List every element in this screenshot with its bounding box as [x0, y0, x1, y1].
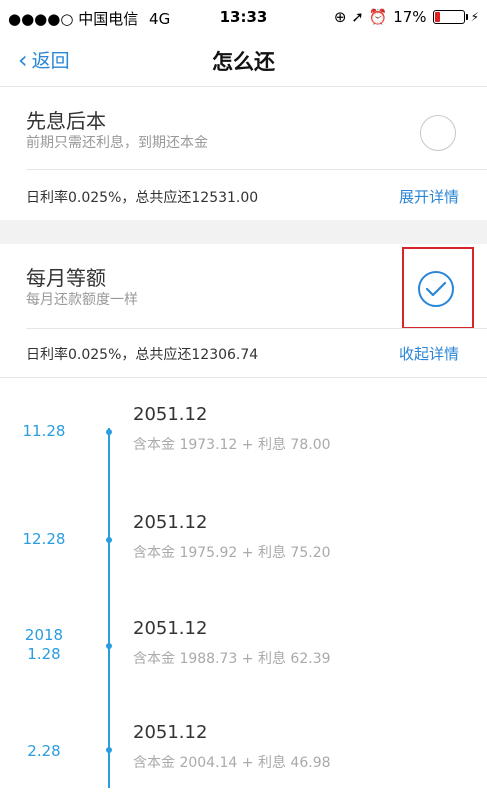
plan-name: 每月等额	[26, 266, 106, 290]
repayment-timeline: 11.28 2051.12 含本金 1973.12 + 利息 78.00 12.…	[0, 378, 487, 788]
timeline-dot	[106, 429, 112, 435]
payment-amount: 2051.12	[133, 512, 208, 533]
collapse-details-link[interactable]: 收起详情	[399, 343, 459, 364]
timeline-dot	[106, 747, 112, 753]
radio-unselected-icon[interactable]	[420, 115, 456, 151]
payment-date: 12.28	[22, 530, 66, 548]
radio-checked-icon[interactable]	[418, 271, 454, 307]
payment-date: 2018 1.28	[0, 626, 88, 664]
timeline-row: 12.28 2051.12 含本金 1975.92 + 利息 75.20	[0, 510, 487, 590]
status-bar: ●●●●○ 中国电信 4G 13:33 ⊕ ➚ ⏰ 17% ⚡	[0, 0, 487, 34]
status-right: ⊕ ➚ ⏰ 17% ⚡	[334, 8, 479, 26]
payment-date: 2.28	[27, 742, 61, 760]
timeline-row: 2.28 2051.12 含本金 2004.14 + 利息 46.98	[0, 720, 487, 800]
battery-fill	[434, 12, 440, 22]
plan-divider	[26, 328, 487, 329]
payment-breakdown: 含本金 1973.12 + 利息 78.00	[133, 437, 331, 453]
battery-percent: 17%	[393, 8, 427, 26]
checkmark-icon	[425, 281, 447, 297]
payment-year: 2018	[24, 626, 64, 644]
payment-date: 11.28	[22, 422, 66, 440]
status-icons: ⊕ ➚ ⏰	[333, 8, 388, 26]
timeline-dot	[106, 643, 112, 649]
timeline-dot	[106, 537, 112, 543]
timeline-row: 11.28 2051.12 含本金 1973.12 + 利息 78.00	[0, 402, 487, 482]
plan-divider	[26, 169, 487, 170]
plan-desc: 每月还款额度一样	[26, 292, 138, 308]
payment-amount: 2051.12	[133, 404, 208, 425]
charging-icon: ⚡	[470, 10, 479, 24]
battery-icon	[432, 10, 468, 24]
timeline-row: 2018 1.28 2051.12 含本金 1988.73 + 利息 62.39	[0, 616, 487, 696]
payment-amount: 2051.12	[133, 618, 208, 639]
plan-name: 先息后本	[26, 109, 106, 133]
page-title: 怎么还	[212, 50, 275, 74]
payment-breakdown: 含本金 1975.92 + 利息 75.20	[133, 545, 331, 561]
plan-summary: 日利率0.025%，总共应还12306.74	[26, 347, 259, 363]
payment-breakdown: 含本金 2004.14 + 利息 46.98	[133, 755, 331, 771]
plan-summary: 日利率0.025%，总共应还12531.00	[26, 190, 259, 206]
plan-desc: 前期只需还利息，到期还本金	[26, 135, 208, 151]
payment-amount: 2051.12	[133, 722, 208, 743]
expand-details-link[interactable]: 展开详情	[399, 186, 459, 207]
payment-breakdown: 含本金 1988.73 + 利息 62.39	[133, 651, 331, 667]
plan-interest-first[interactable]: 先息后本 前期只需还利息，到期还本金 日利率0.025%，总共应还12531.0…	[0, 87, 487, 220]
section-gap	[0, 220, 487, 244]
navigation-bar: ‹ 返回 怎么还	[0, 34, 487, 87]
plan-equal-monthly[interactable]: 每月等额 每月还款额度一样 日利率0.025%，总共应还12306.74 收起详…	[0, 244, 487, 377]
